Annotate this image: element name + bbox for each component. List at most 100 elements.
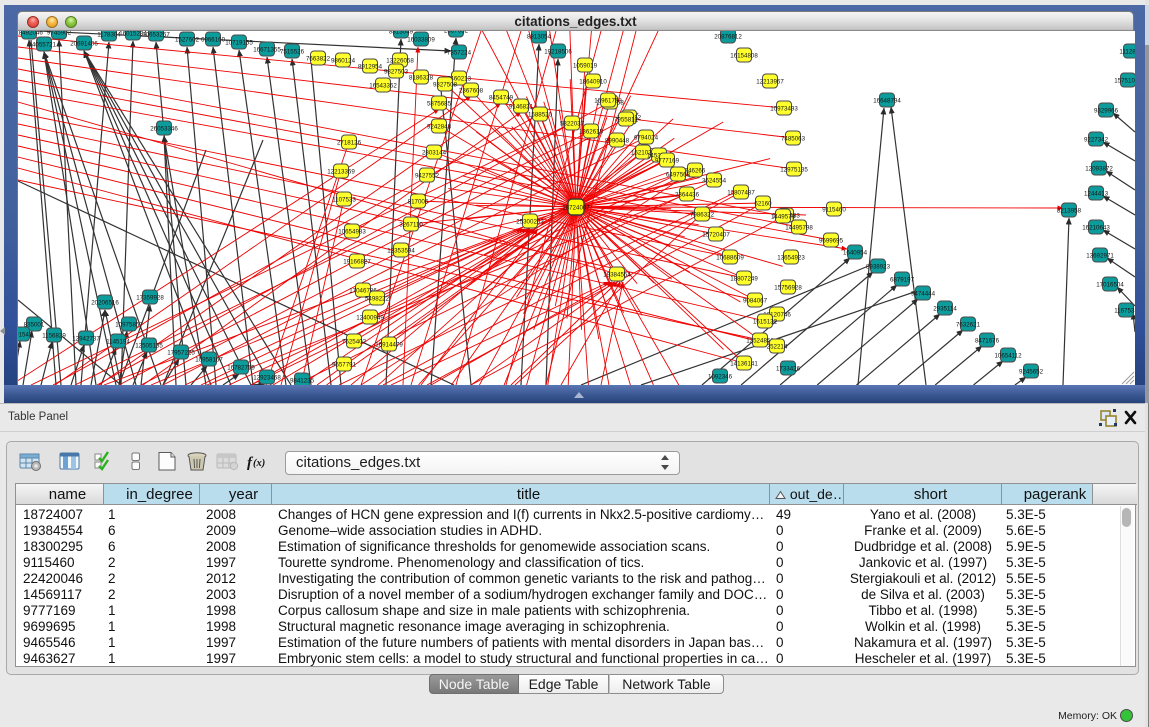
svg-text:1588520: 1588520 bbox=[528, 111, 553, 118]
svg-text:16154808: 16154808 bbox=[730, 52, 758, 59]
svg-text:10653267: 10653267 bbox=[142, 31, 170, 38]
svg-text:5322037: 5322037 bbox=[560, 120, 585, 127]
svg-text:12923468: 12923468 bbox=[253, 374, 281, 381]
svg-text:10719155: 10719155 bbox=[225, 39, 253, 46]
svg-text:4055721: 4055721 bbox=[32, 41, 57, 48]
svg-text:13692971: 13692971 bbox=[1086, 252, 1114, 259]
svg-text:20876812: 20876812 bbox=[714, 33, 742, 40]
svg-text:2718126: 2718126 bbox=[337, 139, 362, 146]
svg-text:18724007: 18724007 bbox=[562, 205, 590, 212]
svg-text:9245652: 9245652 bbox=[1019, 368, 1044, 375]
svg-text:15720407: 15720407 bbox=[702, 231, 730, 238]
svg-text:2364436: 2364436 bbox=[675, 191, 700, 198]
svg-text:9827503: 9827503 bbox=[384, 68, 409, 75]
svg-text:9841235: 9841235 bbox=[290, 377, 315, 384]
svg-text:9146821: 9146821 bbox=[509, 103, 534, 110]
svg-text:12353594: 12353594 bbox=[387, 247, 415, 254]
svg-text:16671355: 16671355 bbox=[253, 46, 281, 53]
svg-text:18807249: 18807249 bbox=[730, 275, 758, 282]
svg-text:9242848: 9242848 bbox=[427, 123, 452, 130]
svg-text:1362615: 1362615 bbox=[579, 128, 604, 135]
svg-text:2803144: 2803144 bbox=[422, 149, 447, 156]
svg-text:9860124: 9860124 bbox=[331, 57, 356, 64]
svg-text:26053346: 26053346 bbox=[150, 125, 178, 132]
svg-text:1178304: 1178304 bbox=[97, 31, 121, 38]
svg-text:1615132: 1615132 bbox=[753, 318, 778, 325]
svg-text:3267110: 3267110 bbox=[399, 221, 423, 228]
svg-text:18640910: 18640910 bbox=[579, 78, 607, 85]
svg-text:17016504: 17016504 bbox=[1096, 281, 1124, 288]
svg-text:8938923: 8938923 bbox=[866, 263, 891, 270]
svg-text:9115460: 9115460 bbox=[822, 206, 846, 213]
svg-text:8186328: 8186328 bbox=[409, 74, 434, 81]
svg-text:10807487: 10807487 bbox=[727, 189, 755, 196]
svg-text:9329966: 9329966 bbox=[1094, 107, 1119, 114]
svg-text:12093872: 12093872 bbox=[1085, 165, 1113, 172]
svg-text:10958167: 10958167 bbox=[195, 356, 223, 363]
svg-text:1112803: 1112803 bbox=[1119, 48, 1135, 55]
svg-text:1733426: 1733426 bbox=[776, 365, 801, 372]
svg-text:10973493: 10973493 bbox=[770, 105, 798, 112]
svg-text:6879197: 6879197 bbox=[890, 276, 915, 283]
svg-text:5875685: 5875685 bbox=[427, 100, 452, 107]
svg-text:25300203: 25300203 bbox=[516, 218, 544, 225]
svg-text:6966160: 6966160 bbox=[201, 36, 226, 43]
svg-text:7625402: 7625402 bbox=[342, 338, 367, 345]
svg-text:1527602: 1527602 bbox=[175, 36, 200, 43]
svg-text:8454749: 8454749 bbox=[489, 94, 514, 101]
svg-text:817006: 817006 bbox=[408, 198, 429, 205]
svg-text:13654923: 13654923 bbox=[777, 254, 805, 261]
svg-text:6497568: 6497568 bbox=[666, 171, 691, 178]
svg-text:1145194: 1145194 bbox=[106, 338, 130, 345]
svg-text:14136141: 14136141 bbox=[730, 360, 758, 367]
svg-text:16033809: 16033809 bbox=[407, 36, 435, 43]
svg-text:7632621: 7632621 bbox=[956, 321, 981, 328]
svg-text:17359928: 17359928 bbox=[136, 294, 164, 301]
svg-text:10654983: 10654983 bbox=[338, 228, 366, 235]
svg-text:3624554: 3624554 bbox=[702, 177, 727, 184]
svg-text:19218506: 19218506 bbox=[544, 48, 572, 55]
svg-text:9084067: 9084067 bbox=[743, 297, 768, 304]
svg-text:2935114: 2935114 bbox=[933, 305, 957, 312]
svg-text:20206516: 20206516 bbox=[91, 299, 119, 306]
svg-text:9657791: 9657791 bbox=[332, 361, 357, 368]
svg-text:7986322: 7986322 bbox=[690, 211, 715, 218]
svg-text:16914479: 16914479 bbox=[375, 341, 403, 348]
svg-text:1059019: 1059019 bbox=[573, 62, 598, 69]
svg-text:12213967: 12213967 bbox=[756, 78, 784, 85]
svg-text:8813049: 8813049 bbox=[389, 31, 414, 35]
svg-text:10688609: 10688609 bbox=[716, 254, 744, 261]
svg-text:8471676: 8471676 bbox=[975, 337, 1000, 344]
svg-text:9327508: 9327508 bbox=[433, 81, 458, 88]
svg-text:7357224: 7357224 bbox=[447, 49, 472, 56]
svg-text:1156829: 1156829 bbox=[42, 332, 66, 339]
svg-text:(x): (x) bbox=[253, 458, 265, 469]
svg-text:6794024: 6794024 bbox=[634, 134, 659, 141]
svg-text:62160: 62160 bbox=[754, 200, 772, 207]
svg-text:7663822: 7663822 bbox=[306, 55, 331, 62]
svg-text:12942737: 12942737 bbox=[72, 335, 100, 342]
svg-text:9227342: 9227342 bbox=[1084, 136, 1109, 143]
svg-text:16210643: 16210643 bbox=[1082, 224, 1110, 231]
svg-text:19166827: 19166827 bbox=[343, 258, 371, 265]
svg-text:12975135: 12975135 bbox=[780, 166, 808, 173]
svg-text:7485063: 7485063 bbox=[781, 135, 806, 142]
svg-text:1107533: 1107533 bbox=[332, 196, 356, 203]
svg-text:7955812: 7955812 bbox=[614, 116, 639, 123]
svg-text:16543362: 16543362 bbox=[369, 82, 397, 89]
svg-text:19384554: 19384554 bbox=[603, 271, 631, 278]
svg-text:5498222: 5498222 bbox=[365, 295, 390, 302]
svg-text:17957225: 17957225 bbox=[167, 349, 195, 356]
svg-text:991547: 991547 bbox=[18, 331, 33, 338]
svg-text:10654112: 10654112 bbox=[994, 352, 1022, 359]
svg-text:8912954: 8912954 bbox=[358, 63, 383, 70]
svg-text:9745902: 9745902 bbox=[47, 31, 72, 36]
svg-text:9699695: 9699695 bbox=[819, 237, 844, 244]
svg-text:15756928: 15756928 bbox=[774, 284, 802, 291]
svg-text:252214: 252214 bbox=[767, 343, 788, 350]
svg-text:16961758: 16961758 bbox=[594, 97, 622, 104]
svg-text:2367608: 2367608 bbox=[459, 87, 484, 94]
svg-text:1244413: 1244413 bbox=[1084, 190, 1109, 197]
svg-text:9427552: 9427552 bbox=[415, 172, 440, 179]
svg-text:1092346: 1092346 bbox=[708, 373, 733, 380]
